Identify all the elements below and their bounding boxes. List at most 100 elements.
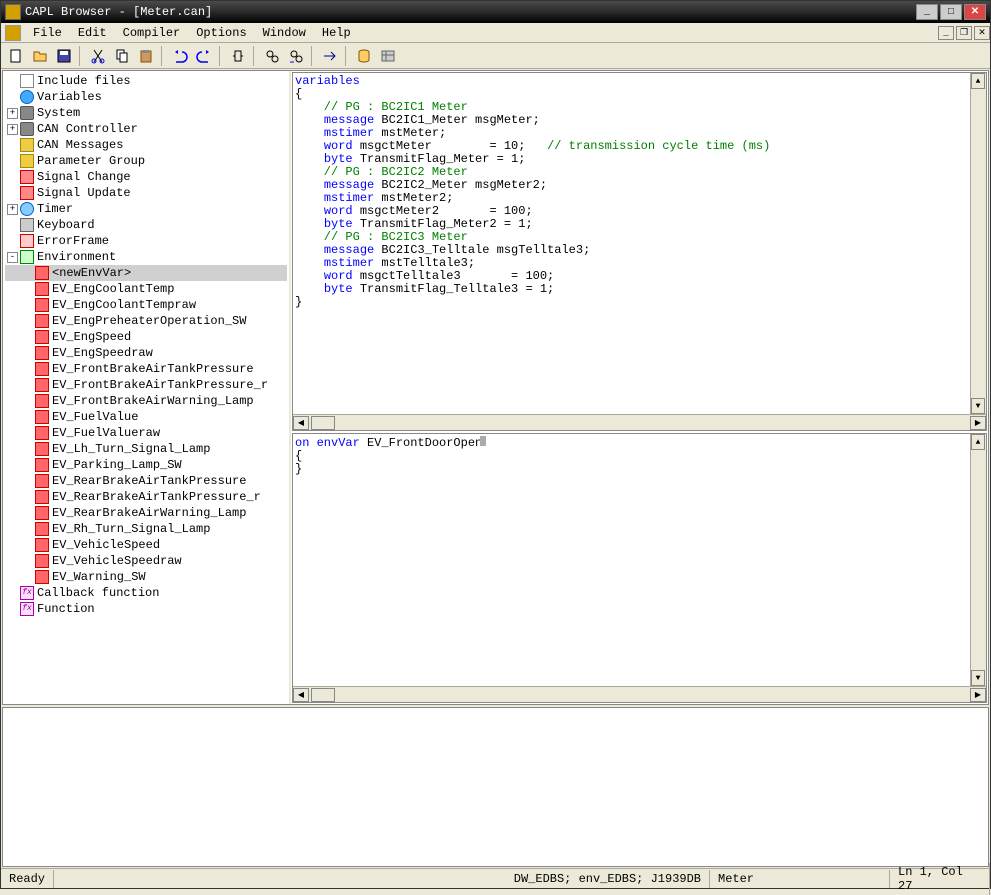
- tree-item[interactable]: -Environment: [5, 249, 287, 265]
- scroll-right-icon[interactable]: ▶: [970, 688, 986, 702]
- tree-view[interactable]: Include filesVariables+System+CAN Contro…: [3, 71, 291, 704]
- expander-icon[interactable]: -: [7, 252, 18, 263]
- menu-help[interactable]: Help: [314, 24, 359, 42]
- expander-icon: [22, 428, 33, 439]
- tree-item[interactable]: EV_RearBrakeAirTankPressure_r: [5, 489, 287, 505]
- menu-options[interactable]: Options: [188, 24, 254, 42]
- tree-item[interactable]: EV_EngCoolantTemp: [5, 281, 287, 297]
- close-button[interactable]: ✕: [964, 4, 986, 20]
- copy-button[interactable]: [111, 45, 133, 67]
- mdi-minimize-button[interactable]: _: [938, 26, 954, 40]
- compile-button[interactable]: [227, 45, 249, 67]
- tree-item[interactable]: Signal Change: [5, 169, 287, 185]
- maximize-button[interactable]: □: [940, 4, 962, 20]
- tree-item[interactable]: ErrorFrame: [5, 233, 287, 249]
- tree-item-label: EV_FuelValueraw: [52, 425, 160, 441]
- scroll-left-icon[interactable]: ◀: [293, 688, 309, 702]
- tree-item[interactable]: EV_FrontBrakeAirWarning_Lamp: [5, 393, 287, 409]
- find-next-button[interactable]: [285, 45, 307, 67]
- cut-button[interactable]: [87, 45, 109, 67]
- tree-item[interactable]: Keyboard: [5, 217, 287, 233]
- tree-item[interactable]: fxCallback function: [5, 585, 287, 601]
- open-file-button[interactable]: [29, 45, 51, 67]
- hscroll-bottom[interactable]: ◀ ▶: [293, 686, 986, 702]
- scroll-left-icon[interactable]: ◀: [293, 416, 309, 430]
- tree-item[interactable]: EV_EngSpeedraw: [5, 345, 287, 361]
- mdi-close-button[interactable]: ✕: [974, 26, 990, 40]
- code-editor-bottom[interactable]: on envVar EV_FrontDoorOpen{} ▲ ▼ ◀ ▶: [292, 433, 987, 703]
- save-file-button[interactable]: [53, 45, 75, 67]
- tree-item[interactable]: + CAN Controller: [5, 121, 287, 137]
- tree-item-label: Signal Change: [37, 169, 131, 185]
- tree-item[interactable]: EV_RearBrakeAirTankPressure: [5, 473, 287, 489]
- vscroll-bottom[interactable]: ▲ ▼: [970, 434, 986, 686]
- envvar-icon: [35, 490, 49, 504]
- tree-item-label: EV_RearBrakeAirTankPressure_r: [52, 489, 261, 505]
- tree-item[interactable]: EV_VehicleSpeed: [5, 537, 287, 553]
- hscroll-top[interactable]: ◀ ▶: [293, 414, 986, 430]
- tree-item[interactable]: Variables: [5, 89, 287, 105]
- tree-item[interactable]: EV_Parking_Lamp_SW: [5, 457, 287, 473]
- tree-item[interactable]: <newEnvVar>: [5, 265, 287, 281]
- tree-item[interactable]: CAN Messages: [5, 137, 287, 153]
- tree-item[interactable]: EV_VehicleSpeedraw: [5, 553, 287, 569]
- menu-window[interactable]: Window: [255, 24, 314, 42]
- expander-icon: [7, 236, 18, 247]
- expander-icon: [22, 444, 33, 455]
- scroll-down-icon[interactable]: ▼: [971, 398, 985, 414]
- expander-icon: [7, 172, 18, 183]
- tree-item-label: <newEnvVar>: [52, 265, 131, 281]
- expander-icon[interactable]: +: [7, 204, 18, 215]
- db2-button[interactable]: [377, 45, 399, 67]
- code-editor-top[interactable]: variables{ // PG : BC2IC1 Meter message …: [292, 72, 987, 431]
- tree-item[interactable]: +System: [5, 105, 287, 121]
- output-panel[interactable]: [2, 707, 989, 867]
- scroll-up-icon[interactable]: ▲: [971, 434, 985, 450]
- tree-item[interactable]: EV_FrontBrakeAirTankPressure: [5, 361, 287, 377]
- tree-item-label: Variables: [37, 89, 102, 105]
- tree-item[interactable]: EV_EngSpeed: [5, 329, 287, 345]
- expander-icon[interactable]: +: [7, 108, 18, 119]
- tree-item-label: EV_FrontBrakeAirWarning_Lamp: [52, 393, 254, 409]
- find-button[interactable]: [261, 45, 283, 67]
- tree-item-label: CAN Controller: [37, 121, 138, 137]
- paste-button[interactable]: [135, 45, 157, 67]
- db-button[interactable]: [353, 45, 375, 67]
- new-file-button[interactable]: [5, 45, 27, 67]
- code-top-text[interactable]: variables{ // PG : BC2IC1 Meter message …: [293, 73, 986, 414]
- tree-item[interactable]: Parameter Group: [5, 153, 287, 169]
- vscroll-top[interactable]: ▲ ▼: [970, 73, 986, 414]
- envvar-icon: [35, 554, 49, 568]
- goto-button[interactable]: [319, 45, 341, 67]
- tree-item[interactable]: fxFunction: [5, 601, 287, 617]
- tree-item[interactable]: +Timer: [5, 201, 287, 217]
- undo-button[interactable]: [169, 45, 191, 67]
- gear-icon: [20, 106, 34, 120]
- scroll-down-icon[interactable]: ▼: [971, 670, 985, 686]
- tree-item[interactable]: EV_RearBrakeAirWarning_Lamp: [5, 505, 287, 521]
- scroll-thumb[interactable]: [311, 416, 335, 430]
- minimize-button[interactable]: _: [916, 4, 938, 20]
- tree-item[interactable]: EV_EngCoolantTempraw: [5, 297, 287, 313]
- menu-file[interactable]: File: [25, 24, 70, 42]
- expander-icon[interactable]: +: [7, 124, 18, 135]
- tree-item[interactable]: Include files: [5, 73, 287, 89]
- tree-item[interactable]: EV_FuelValue: [5, 409, 287, 425]
- tree-item[interactable]: EV_Lh_Turn_Signal_Lamp: [5, 441, 287, 457]
- tree-item[interactable]: EV_Warning_SW: [5, 569, 287, 585]
- mdi-restore-button[interactable]: ❐: [956, 26, 972, 40]
- mdi-icon[interactable]: [5, 25, 21, 41]
- tree-item[interactable]: EV_FrontBrakeAirTankPressure_r: [5, 377, 287, 393]
- tree-item[interactable]: EV_FuelValueraw: [5, 425, 287, 441]
- menu-edit[interactable]: Edit: [70, 24, 115, 42]
- code-bottom-text[interactable]: on envVar EV_FrontDoorOpen{}: [293, 434, 986, 686]
- scroll-thumb[interactable]: [311, 688, 335, 702]
- scroll-up-icon[interactable]: ▲: [971, 73, 985, 89]
- scroll-right-icon[interactable]: ▶: [970, 416, 986, 430]
- menu-compiler[interactable]: Compiler: [115, 24, 189, 42]
- tree-item[interactable]: Signal Update: [5, 185, 287, 201]
- redo-button[interactable]: [193, 45, 215, 67]
- envvar-icon: [35, 362, 49, 376]
- tree-item[interactable]: EV_Rh_Turn_Signal_Lamp: [5, 521, 287, 537]
- tree-item[interactable]: EV_EngPreheaterOperation_SW: [5, 313, 287, 329]
